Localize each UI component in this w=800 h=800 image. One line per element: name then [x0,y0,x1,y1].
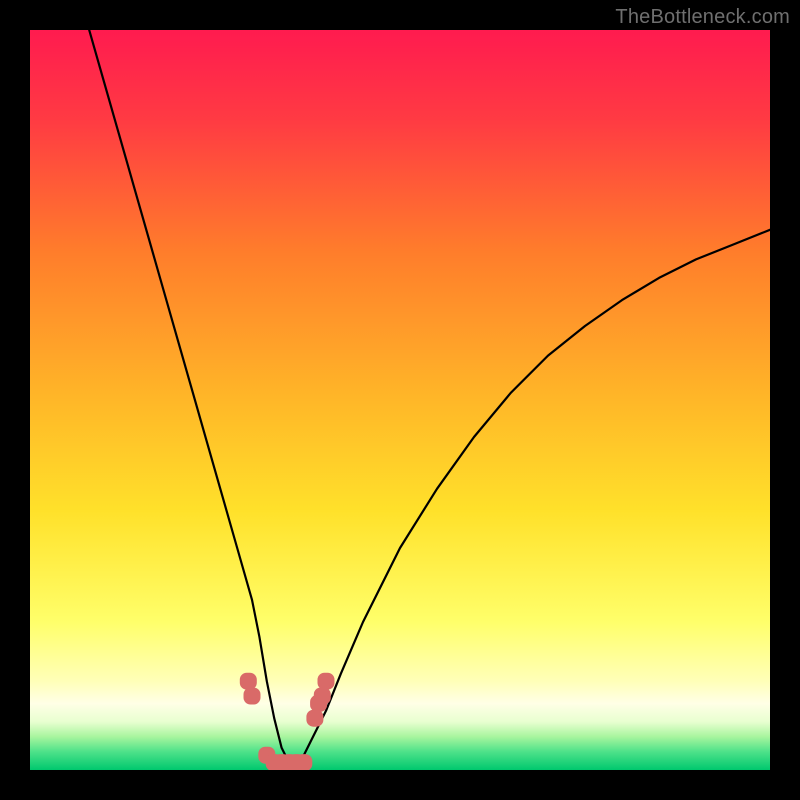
gradient-background [30,30,770,770]
chart-svg [30,30,770,770]
highlight-marker [295,754,312,770]
chart-frame: TheBottleneck.com [0,0,800,800]
highlight-marker [314,688,331,705]
watermark-text: TheBottleneck.com [615,6,790,29]
plot-area [30,30,770,770]
highlight-marker [240,673,257,690]
highlight-marker [306,710,323,727]
highlight-marker [318,673,335,690]
highlight-marker [244,688,261,705]
